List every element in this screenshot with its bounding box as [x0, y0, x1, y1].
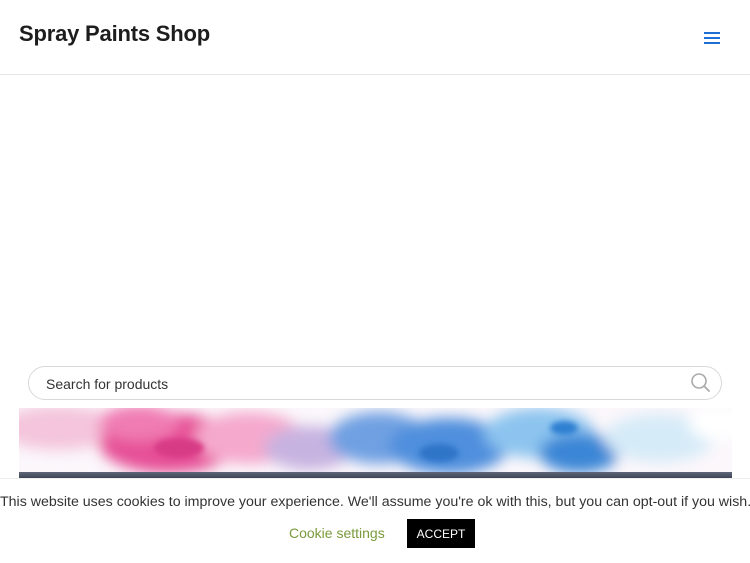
product-search-form — [28, 366, 722, 400]
site-title-link[interactable]: Spray Paints Shop — [19, 21, 210, 47]
accept-cookies-button[interactable]: ACCEPT — [407, 519, 475, 548]
menu-bar-line — [704, 42, 720, 44]
search-icon — [691, 373, 710, 392]
menu-bar-line — [704, 32, 720, 34]
site-header: Spray Paints Shop — [0, 0, 750, 75]
hamburger-menu-icon[interactable] — [700, 28, 724, 48]
hero-banner-image — [19, 408, 732, 478]
cookie-settings-link[interactable]: Cookie settings — [289, 525, 385, 541]
menu-bar-line — [704, 37, 720, 39]
paint-smoke-artwork — [19, 408, 732, 474]
cookie-message: This website uses cookies to improve you… — [0, 494, 750, 510]
search-input[interactable] — [44, 373, 664, 395]
page: Spray Paints Shop Search for products Th… — [0, 0, 750, 563]
cookie-consent-bar: This website uses cookies to improve you… — [0, 478, 750, 563]
search-button[interactable] — [688, 370, 714, 396]
